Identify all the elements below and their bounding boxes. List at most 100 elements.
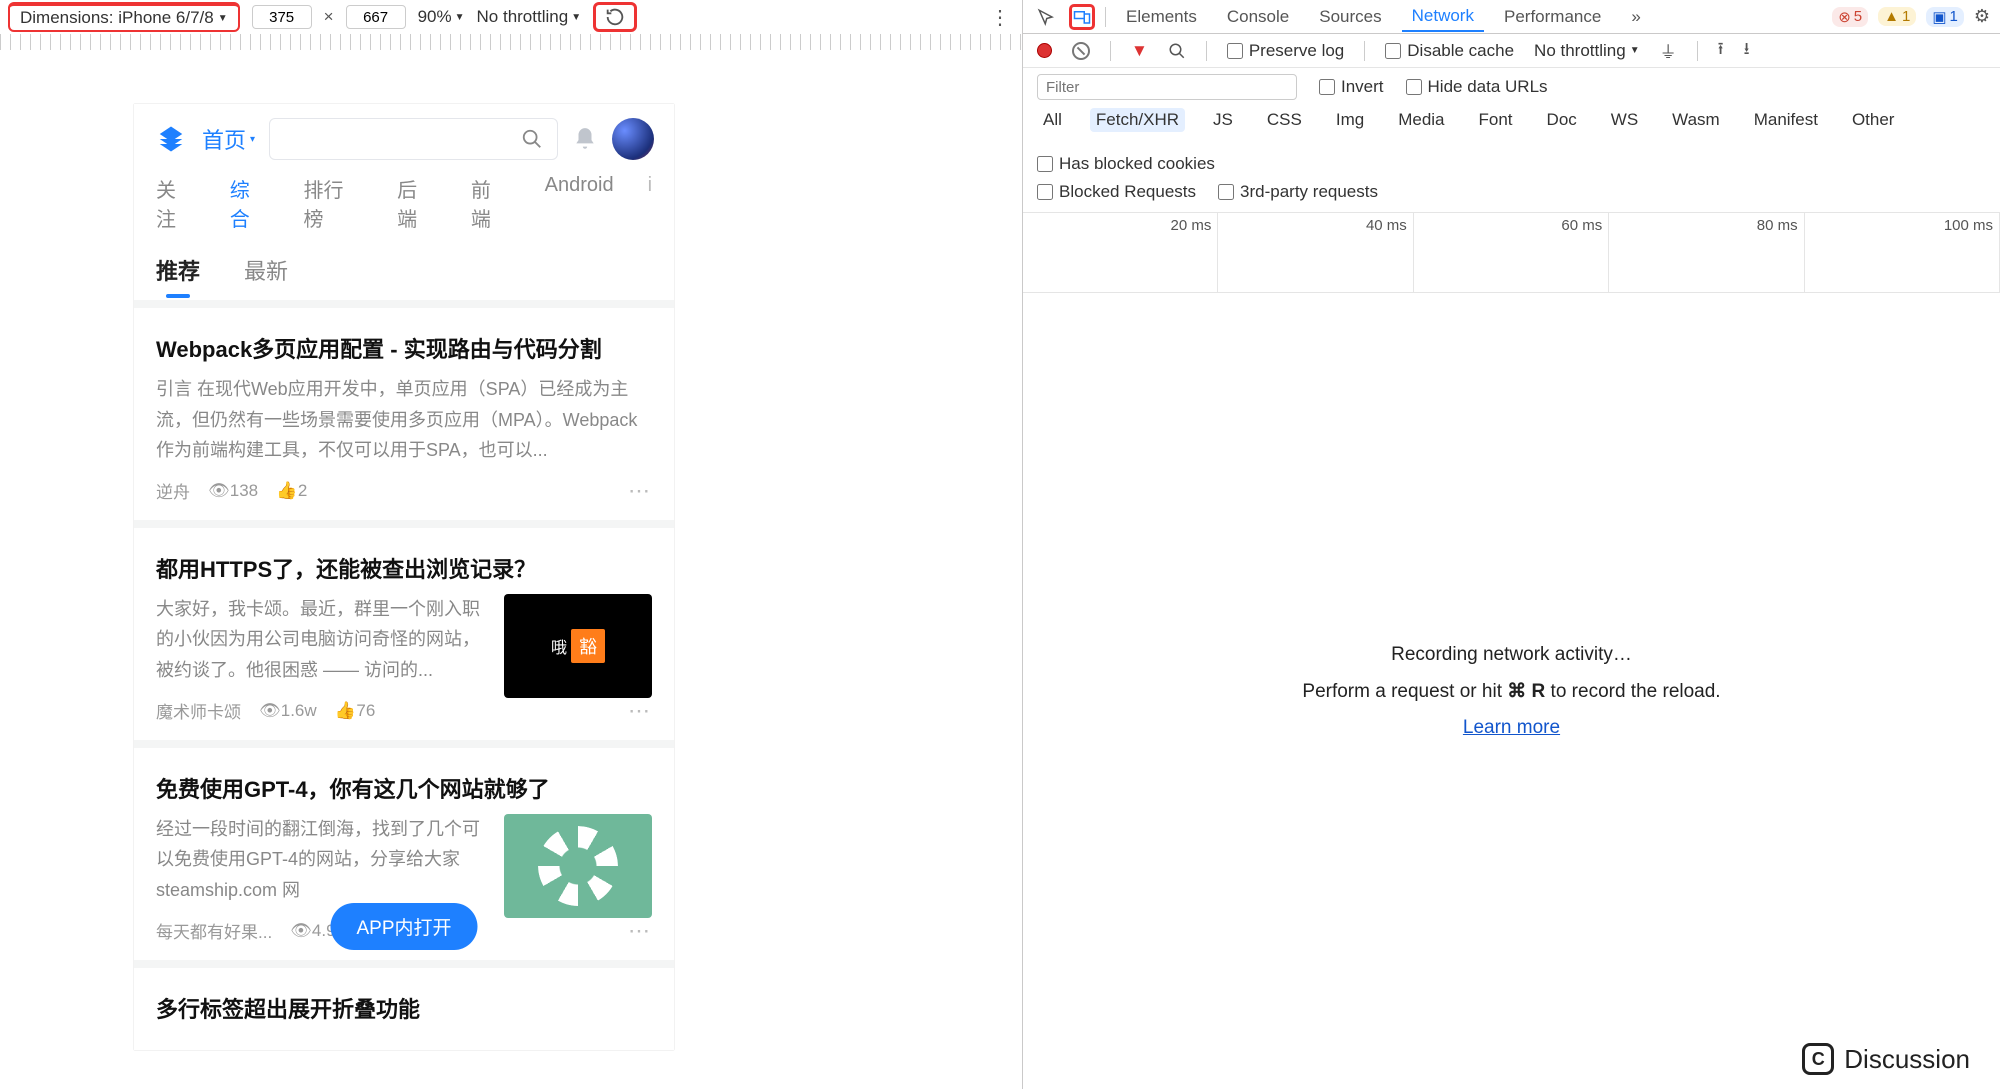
network-toolbar: ▼ Preserve log Disable cache No throttli… [1023,34,2000,68]
subtab-latest[interactable]: 最新 [244,254,288,286]
throttle-select[interactable]: No throttling▼ [477,7,582,27]
tab-backend[interactable]: 后端 [397,174,437,232]
likes: 👍 2 [276,481,307,501]
thumb-up-icon: 👍 [335,701,352,721]
invert-checkbox[interactable]: Invert [1319,77,1384,97]
article-title: 多行标签超出展开折叠功能 [156,992,652,1024]
nav-tabs: 关注 综合 排行榜 后端 前端 Android i [134,174,674,238]
filter-fetch[interactable]: Fetch/XHR [1090,108,1185,132]
preserve-log-checkbox[interactable]: Preserve log [1227,41,1344,61]
zoom-select[interactable]: 90%▼ [418,7,465,27]
hide-urls-checkbox[interactable]: Hide data URLs [1406,77,1548,97]
network-throttle-select[interactable]: No throttling▼ [1534,41,1640,61]
filter-doc[interactable]: Doc [1541,108,1583,132]
tab-frontend[interactable]: 前端 [471,174,511,232]
has-blocked-checkbox[interactable]: Has blocked cookies [1037,154,1215,174]
network-timeline[interactable]: 20 ms 40 ms 60 ms 80 ms 100 ms [1023,213,2000,293]
rotate-button[interactable] [593,2,637,32]
filter-wasm[interactable]: Wasm [1666,108,1726,132]
filter-all[interactable]: All [1037,108,1068,132]
filter-img[interactable]: Img [1330,108,1370,132]
more-icon[interactable]: ⋯ [628,698,652,724]
third-party-checkbox[interactable]: 3rd-party requests [1218,182,1378,202]
article-desc: 引言 在现代Web应用开发中，单页应用（SPA）已经成为主流，但仍然有一些场景需… [156,374,652,466]
views: 👁 138 [208,481,258,501]
inspect-element-icon[interactable] [1033,4,1059,30]
tab-console[interactable]: Console [1217,3,1299,31]
width-input[interactable] [252,5,312,29]
open-in-app-button[interactable]: APP内打开 [330,903,477,950]
article-title: Webpack多页应用配置 - 实现路由与代码分割 [156,332,652,364]
views: 👁 1.6w [259,701,317,721]
article-desc: 大家好，我卡颂。最近，群里一个刚入职的小伙因为用公司电脑访问奇怪的网站，被约谈了… [156,594,490,686]
chevron-down-icon: ▼ [1630,45,1640,56]
warnings-badge[interactable]: ▲ 1 [1878,7,1916,26]
height-input[interactable] [346,5,406,29]
filter-css[interactable]: CSS [1261,108,1308,132]
filter-manifest[interactable]: Manifest [1748,108,1824,132]
tab-android[interactable]: Android [545,174,614,232]
emulated-phone: 首页▾ 关注 综合 排行榜 后端 前端 Android i [134,104,674,1050]
kebab-menu[interactable]: ⋮ [990,5,1010,30]
search-input[interactable] [269,118,558,160]
bell-icon[interactable] [572,126,598,152]
tab-comprehensive[interactable]: 综合 [230,174,270,232]
tab-more[interactable]: i [648,174,652,232]
upload-icon[interactable]: ⭱ [1718,36,1724,65]
filter-other[interactable]: Other [1846,108,1901,132]
filter-font[interactable]: Font [1473,108,1519,132]
article-item[interactable]: 免费使用GPT-4，你有这几个网站就够了 经过一段时间的翻江倒海，找到了几个可以… [134,740,674,960]
times-icon: × [324,7,334,27]
tab-performance[interactable]: Performance [1494,3,1611,31]
wifi-icon[interactable]: ⏚ [1660,38,1677,63]
device-toolbar: Dimensions: iPhone 6/7/8 ▼ × 90%▼ No thr… [0,0,1022,34]
eye-icon: 👁 [290,921,307,941]
article-item[interactable]: Webpack多页应用配置 - 实现路由与代码分割 引言 在现代Web应用开发中… [134,300,674,520]
eye-icon: 👁 [259,701,276,721]
likes: 👍 76 [335,701,376,721]
gear-icon[interactable]: ⚙ [1974,6,1990,27]
discussion-button[interactable]: C Discussion [1802,1043,1970,1075]
clear-button[interactable] [1072,42,1090,60]
article-item[interactable]: 多行标签超出展开折叠功能 [134,960,674,1050]
dimensions-label: Dimensions: iPhone 6/7/8 [20,8,214,28]
dimensions-select[interactable]: Dimensions: iPhone 6/7/8 ▼ [8,2,240,32]
article-author: 每天都有好果... [156,918,272,943]
filter-js[interactable]: JS [1207,108,1239,132]
avatar[interactable] [612,118,654,160]
article-item[interactable]: 都用HTTPS了，还能被查出浏览记录？ 大家好，我卡颂。最近，群里一个刚入职的小… [134,520,674,740]
tab-network[interactable]: Network [1402,2,1484,32]
device-toggle-icon[interactable] [1069,4,1095,30]
learn-more-link[interactable]: Learn more [1463,717,1560,739]
disable-cache-checkbox[interactable]: Disable cache [1385,41,1514,61]
filter-media[interactable]: Media [1392,108,1450,132]
tab-ranking[interactable]: 排行榜 [304,174,364,232]
subtab-recommend[interactable]: 推荐 [156,254,200,286]
discussion-icon: C [1802,1043,1834,1075]
more-tabs[interactable]: » [1621,3,1650,31]
download-icon[interactable]: ⭳ [1744,36,1750,65]
chevron-down-icon: ▾ [250,134,255,145]
more-icon[interactable]: ⋯ [628,478,652,504]
filter-input[interactable] [1037,74,1297,100]
messages-badge[interactable]: ▣ 1 [1926,7,1964,27]
sub-tabs: 推荐 最新 [134,238,674,300]
search-icon[interactable] [1168,42,1186,60]
device-viewport: 首页▾ 关注 综合 排行榜 后端 前端 Android i [0,34,1022,1089]
rotate-icon [604,6,626,28]
article-thumb [504,814,652,918]
tab-follow[interactable]: 关注 [156,174,196,232]
blocked-requests-checkbox[interactable]: Blocked Requests [1037,182,1196,202]
more-icon[interactable]: ⋯ [628,918,652,944]
errors-badge[interactable]: ⊗ 5 [1832,7,1868,27]
chevron-down-icon: ▼ [455,12,465,23]
record-button[interactable] [1037,43,1052,58]
devtools-tabs: Elements Console Sources Network Perform… [1023,0,2000,34]
home-link[interactable]: 首页▾ [202,123,255,155]
filter-ws[interactable]: WS [1605,108,1644,132]
filter-icon[interactable]: ▼ [1131,41,1148,61]
article-author: 逆舟 [156,478,190,503]
tab-sources[interactable]: Sources [1309,3,1391,31]
article-desc: 经过一段时间的翻江倒海，找到了几个可以免费使用GPT-4的网站，分享给大家 st… [156,814,490,906]
tab-elements[interactable]: Elements [1116,3,1207,31]
